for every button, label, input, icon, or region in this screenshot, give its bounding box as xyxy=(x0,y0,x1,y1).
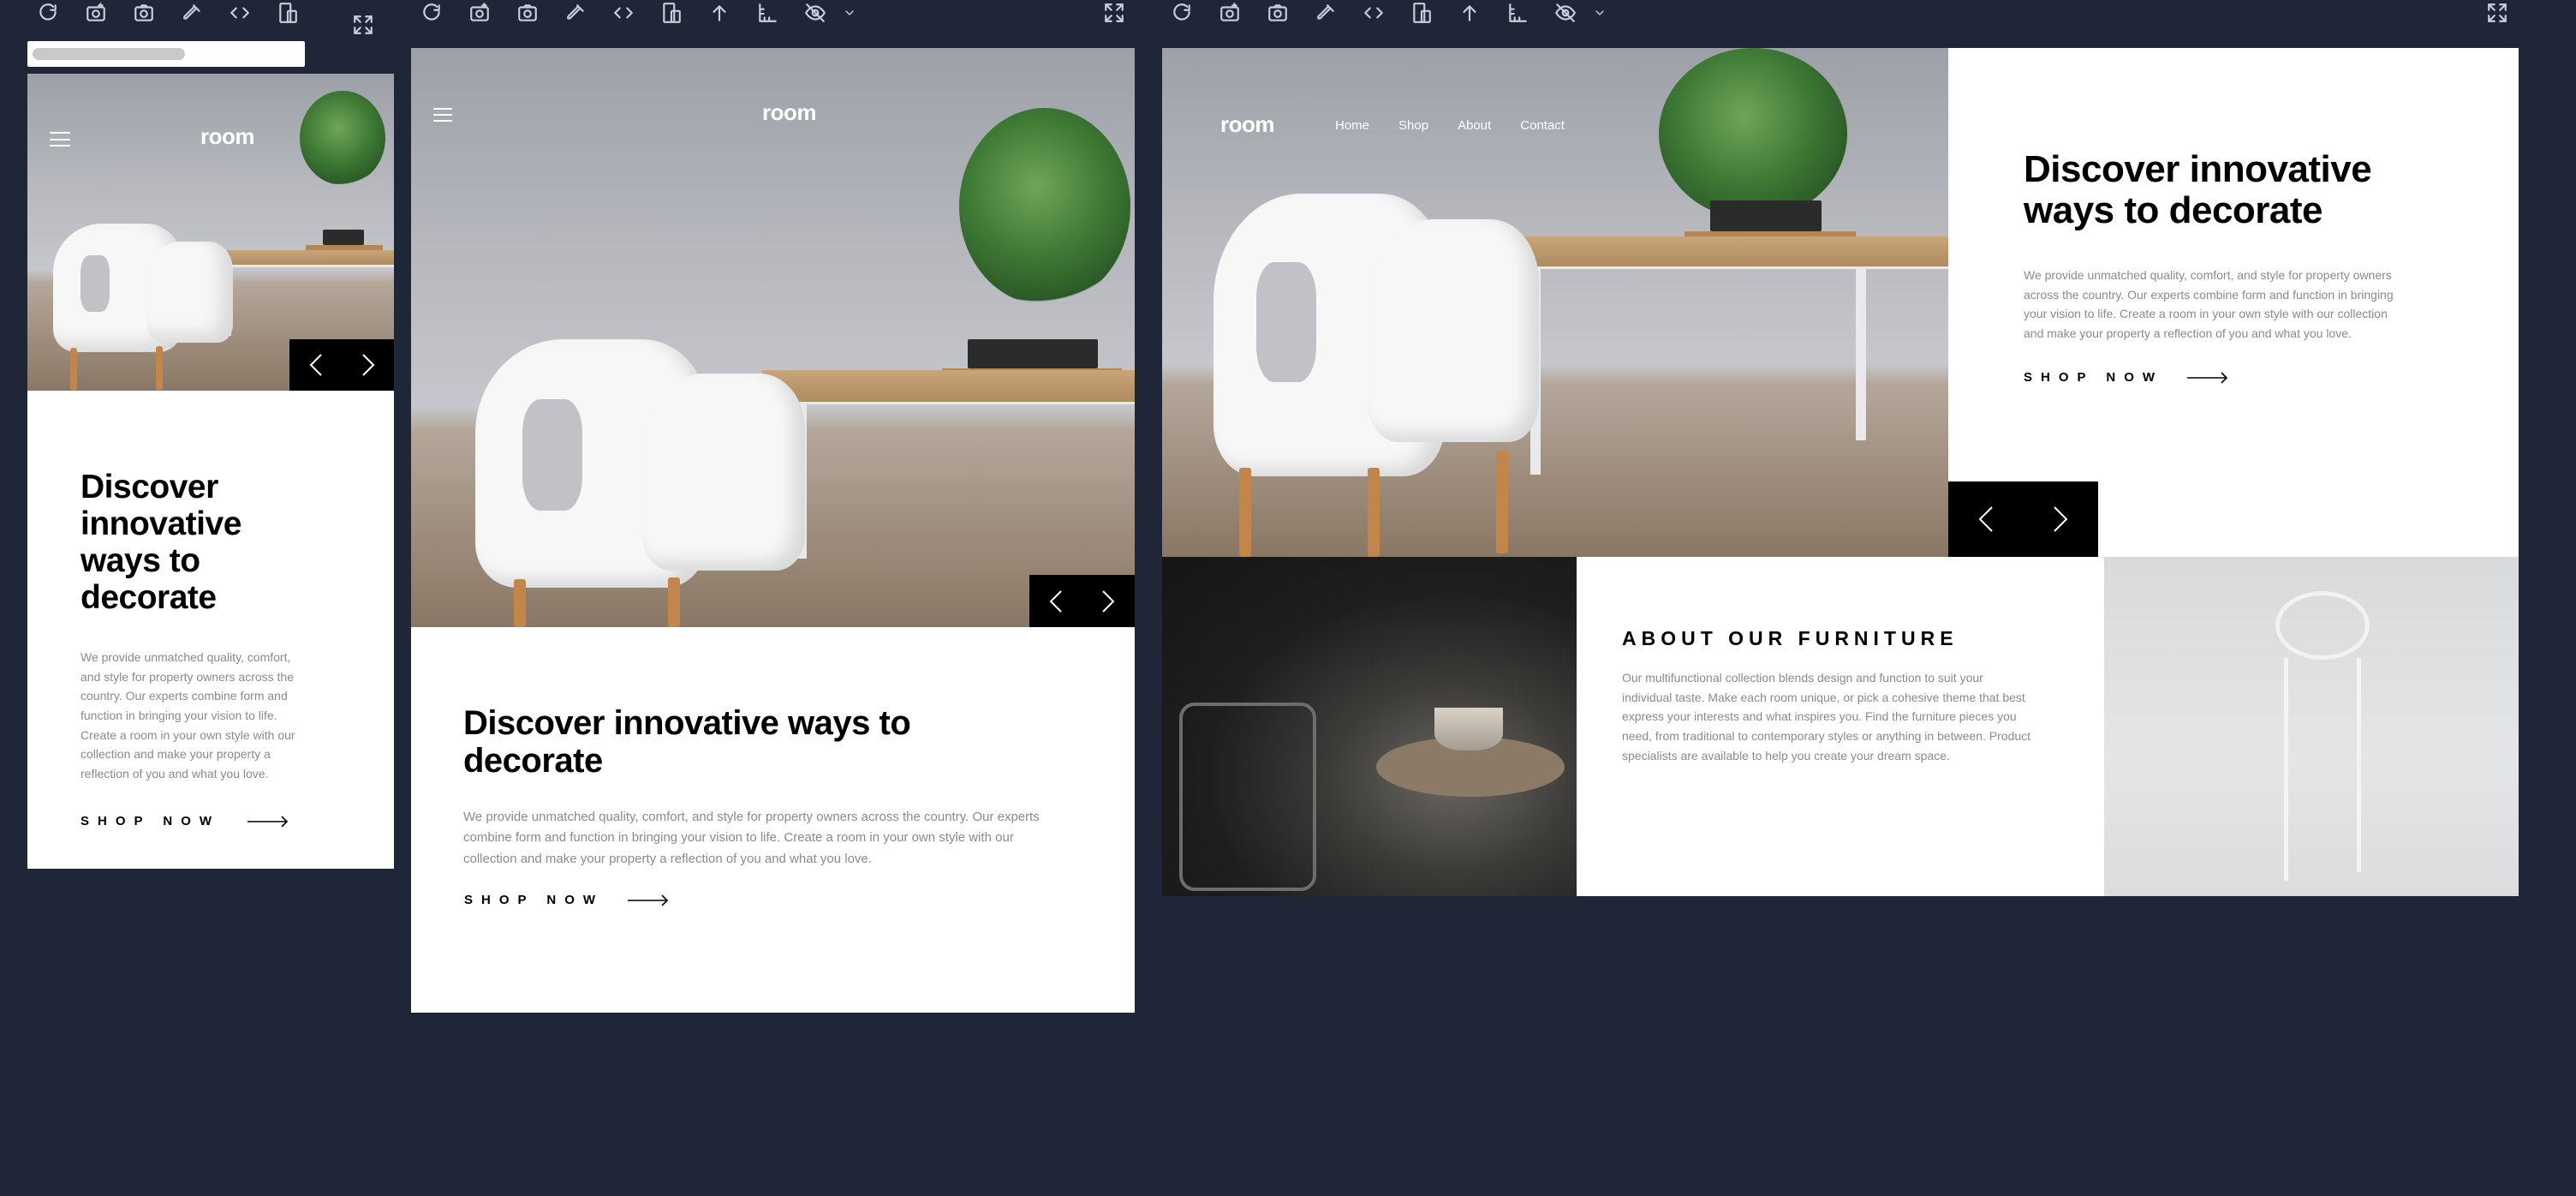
chevron-down-icon[interactable] xyxy=(839,0,860,26)
tablet-preview: room Discover innovative ways to decorate… xyxy=(411,48,1135,1013)
next-arrow-icon[interactable] xyxy=(1082,575,1136,627)
desktop-preview: room Home Shop About Contact Discover in… xyxy=(1162,48,2519,896)
menu-icon[interactable] xyxy=(50,132,70,147)
camera-plus-icon[interactable] xyxy=(1206,0,1254,26)
hero-title: Discover innovative ways to decorate xyxy=(80,469,242,616)
nav-contact[interactable]: Contact xyxy=(1520,118,1565,133)
shop-now-link[interactable]: SHOP NOW xyxy=(2024,370,2228,385)
devices-icon[interactable] xyxy=(1398,0,1446,26)
site-logo[interactable]: room xyxy=(200,123,255,150)
hero-description: We provide unmatched quality, comfort, a… xyxy=(2024,268,2394,341)
site-logo[interactable]: room xyxy=(1220,111,1275,138)
desktop-toolbar xyxy=(1158,0,1610,26)
eyedropper-icon[interactable] xyxy=(1302,0,1350,26)
slider-controls xyxy=(1948,481,2098,557)
camera-icon[interactable] xyxy=(120,0,168,26)
mobile-toolbar xyxy=(24,0,312,26)
eye-off-icon[interactable] xyxy=(1541,0,1589,26)
ruler-icon[interactable] xyxy=(743,0,791,26)
nav-about[interactable]: About xyxy=(1458,118,1491,133)
chevron-down-icon[interactable] xyxy=(1589,0,1610,26)
devices-icon[interactable] xyxy=(647,0,695,26)
upload-icon[interactable] xyxy=(695,0,743,26)
next-arrow-icon[interactable] xyxy=(342,339,394,391)
site-logo[interactable]: room xyxy=(762,99,817,126)
hero-image xyxy=(411,48,1135,627)
camera-icon[interactable] xyxy=(1254,0,1302,26)
hero-title: Discover innovative ways to decorate xyxy=(463,704,911,780)
about-title: ABOUT OUR FURNITURE xyxy=(1622,627,1959,649)
shop-now-label: SHOP NOW xyxy=(2024,370,2164,385)
mobile-preview: room Discover innovative ways to decorate W… xyxy=(27,74,394,869)
url-bar[interactable] xyxy=(27,41,305,67)
eyedropper-icon[interactable] xyxy=(552,0,599,26)
menu-icon[interactable] xyxy=(433,108,452,122)
expand-icon[interactable] xyxy=(2484,0,2510,26)
hero-title: Discover innovative ways to decorate xyxy=(2024,148,2372,232)
expand-icon[interactable] xyxy=(1101,0,1127,26)
about-description: Our multifunctional collection blends de… xyxy=(1622,671,2031,762)
slider-controls xyxy=(289,339,394,391)
tablet-toolbar xyxy=(408,0,860,26)
slider-controls xyxy=(1029,575,1135,627)
camera-plus-icon[interactable] xyxy=(456,0,504,26)
dark-furniture-image xyxy=(1162,557,1577,896)
arrow-right-icon xyxy=(2187,371,2228,384)
shop-now-label: SHOP NOW xyxy=(464,893,605,907)
shop-now-link[interactable]: SHOP NOW xyxy=(80,814,289,828)
refresh-icon[interactable] xyxy=(408,0,456,26)
arrow-right-icon xyxy=(628,894,669,906)
refresh-icon[interactable] xyxy=(24,0,72,26)
nav-shop[interactable]: Shop xyxy=(1398,118,1428,133)
main-nav: Home Shop About Contact xyxy=(1335,118,1565,133)
ruler-icon[interactable] xyxy=(1494,0,1541,26)
prev-arrow-icon[interactable] xyxy=(1948,481,2024,557)
camera-icon[interactable] xyxy=(504,0,552,26)
hero-description: We provide unmatched quality, comfort, an… xyxy=(80,650,295,781)
next-arrow-icon[interactable] xyxy=(2024,481,2099,557)
upload-icon[interactable] xyxy=(1446,0,1494,26)
url-placeholder xyxy=(33,48,185,60)
prev-arrow-icon[interactable] xyxy=(289,339,342,391)
eye-off-icon[interactable] xyxy=(791,0,839,26)
devices-icon[interactable] xyxy=(264,0,312,26)
camera-plus-icon[interactable] xyxy=(72,0,120,26)
shop-now-label: SHOP NOW xyxy=(80,814,221,828)
light-chair-image xyxy=(2104,557,2519,896)
prev-arrow-icon[interactable] xyxy=(1029,575,1082,627)
arrow-right-icon xyxy=(247,815,289,828)
shop-now-link[interactable]: SHOP NOW xyxy=(464,893,669,907)
eyedropper-icon[interactable] xyxy=(168,0,216,26)
nav-home[interactable]: Home xyxy=(1335,118,1369,133)
expand-icon[interactable] xyxy=(350,12,376,38)
code-icon[interactable] xyxy=(599,0,647,26)
refresh-icon[interactable] xyxy=(1158,0,1206,26)
code-icon[interactable] xyxy=(216,0,264,26)
code-icon[interactable] xyxy=(1350,0,1398,26)
hero-description: We provide unmatched quality, comfort, a… xyxy=(463,810,1040,866)
